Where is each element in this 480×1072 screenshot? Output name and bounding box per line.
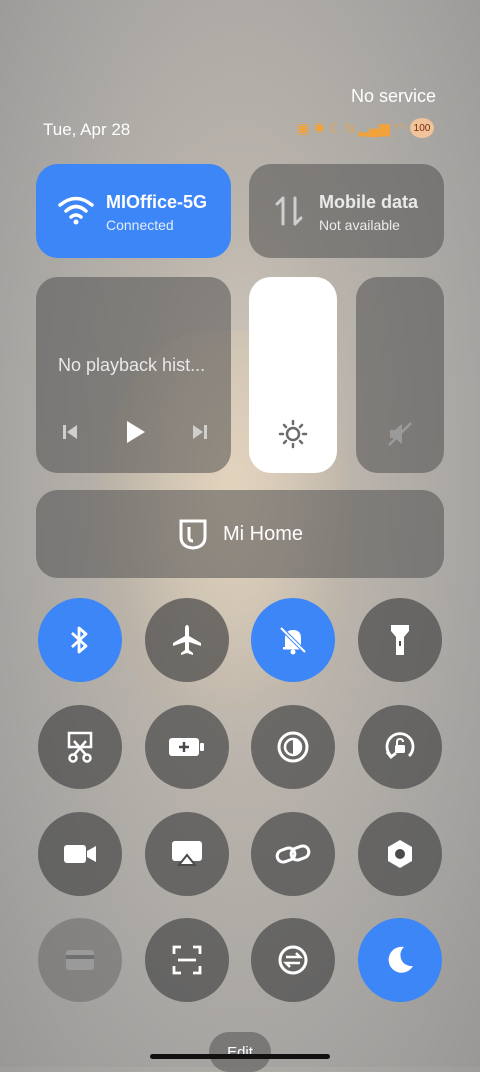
bell-off-status-icon: ⍉ [345, 119, 355, 136]
mi-home-tile[interactable]: Mi Home [36, 490, 444, 578]
wifi-status: Connected [106, 217, 174, 233]
sun-icon [278, 419, 308, 449]
airplane-icon [173, 625, 201, 655]
previous-icon[interactable] [60, 422, 80, 442]
hexagon-gear-icon [388, 840, 412, 868]
carrier-text: No service [350, 86, 436, 106]
screen-recorder-toggle[interactable] [38, 812, 122, 896]
edit-button[interactable]: Edit [209, 1032, 271, 1072]
bell-off-icon [279, 626, 307, 655]
battery-saver-toggle[interactable] [145, 705, 229, 789]
scissors-icon [67, 731, 93, 763]
mi-share-toggle[interactable] [251, 812, 335, 896]
media-title: No playback hist... [58, 355, 206, 375]
media-controls [60, 419, 210, 445]
mobile-data-icon [275, 196, 303, 226]
wifi-icon [58, 196, 94, 225]
link-icon [275, 844, 311, 864]
bluetooth-status-icon: ✱ [313, 119, 326, 136]
nfc-icon: ▣ [296, 119, 310, 136]
bluetooth-toggle[interactable] [38, 598, 122, 682]
cast-toggle[interactable] [145, 812, 229, 896]
rotate-lock-icon [385, 732, 415, 759]
dark-mode-toggle[interactable] [358, 918, 442, 1002]
screenshot-toggle[interactable] [38, 705, 122, 789]
sync-toggle[interactable] [251, 918, 335, 1002]
bluetooth-icon [71, 626, 88, 654]
status-icons: ▣ ✱ ☾ ⍉ ▂▄▆ ◠ 100 [296, 118, 434, 138]
next-icon[interactable] [190, 422, 210, 442]
mi-home-icon [179, 519, 207, 550]
scan-icon [172, 945, 202, 975]
date-text: Tue, Apr 28 [43, 120, 131, 139]
home-indicator[interactable] [150, 1054, 330, 1059]
play-icon[interactable] [123, 419, 147, 445]
mobile-data-status: Not available [319, 217, 400, 233]
brightness-slider[interactable] [249, 277, 337, 473]
cast-icon [172, 841, 202, 866]
mobile-data-tile[interactable]: Mobile data Not available [249, 164, 444, 258]
video-camera-icon [64, 845, 96, 863]
settings-toggle[interactable] [358, 812, 442, 896]
wifi-status-icon: ◠ [393, 119, 406, 136]
silent-mode-toggle[interactable] [251, 598, 335, 682]
mi-home-label: Mi Home [222, 522, 303, 545]
battery-level: 100 [413, 122, 431, 134]
card-icon [66, 950, 94, 970]
moon-icon [388, 946, 413, 973]
contrast-icon [277, 731, 309, 763]
signal-icon: ▂▄▆ [358, 119, 390, 136]
auto-rotate-toggle[interactable] [358, 705, 442, 789]
volume-mute-icon [388, 422, 412, 446]
moon-status-icon: ☾ [329, 119, 342, 136]
wifi-tile[interactable]: MIOffice-5G Connected [36, 164, 231, 258]
scanner-toggle[interactable] [145, 918, 229, 1002]
mobile-data-name: Mobile data [319, 192, 419, 212]
wifi-name: MIOffice-5G [106, 192, 208, 212]
card-toggle[interactable] [38, 918, 122, 1002]
sync-icon [278, 945, 308, 975]
media-tile[interactable]: No playback hist... [36, 277, 231, 473]
airplane-mode-toggle[interactable] [145, 598, 229, 682]
volume-slider[interactable] [356, 277, 444, 473]
flashlight-toggle[interactable] [358, 598, 442, 682]
reading-mode-toggle[interactable] [251, 705, 335, 789]
battery-plus-icon [169, 738, 204, 756]
flashlight-icon [391, 625, 409, 655]
battery-icon: 100 [410, 118, 434, 138]
